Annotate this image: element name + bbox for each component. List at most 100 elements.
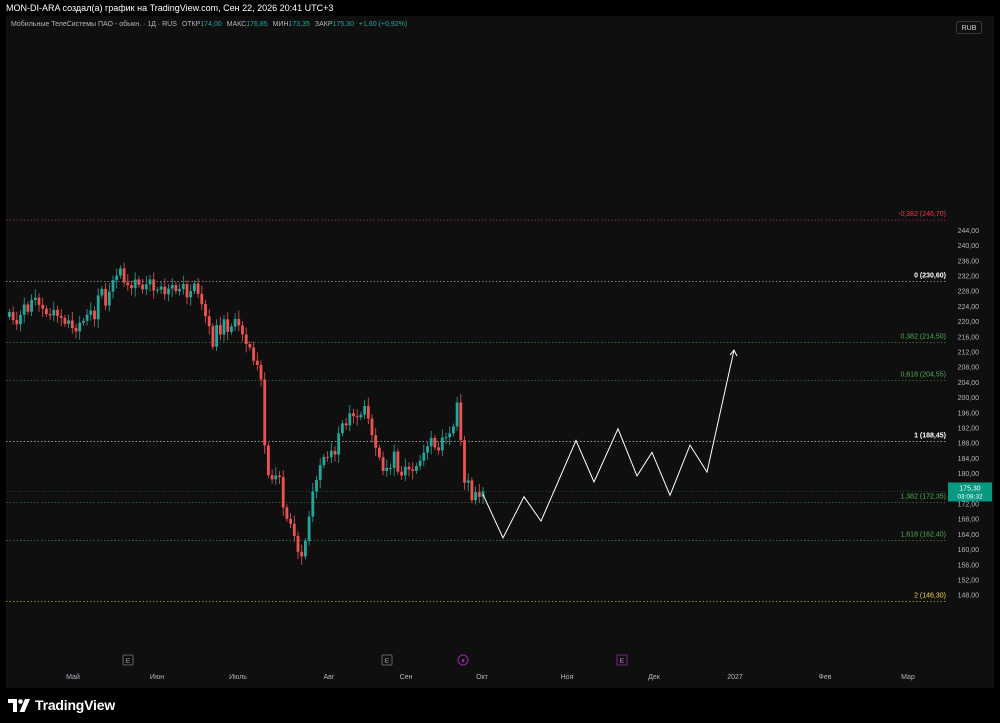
chart-area[interactable]: 148,00 152,00 156,00 160,00 164,00 168,00 172,…	[6, 16, 994, 688]
candle[interactable]	[415, 466, 418, 471]
candle[interactable]	[19, 314, 22, 325]
candle[interactable]	[300, 551, 304, 557]
candle[interactable]	[33, 297, 37, 300]
candle[interactable]	[374, 435, 378, 448]
candle[interactable]	[119, 268, 122, 276]
candle[interactable]	[326, 456, 329, 458]
candle[interactable]	[189, 291, 193, 298]
candle[interactable]	[111, 280, 115, 292]
candle[interactable]	[59, 315, 63, 318]
candle[interactable]	[141, 284, 144, 290]
candle[interactable]	[185, 283, 189, 298]
candle[interactable]	[85, 314, 89, 321]
candlestick-chart[interactable]: 148,00 152,00 156,00 160,00 164,00 168,00 172,…	[6, 16, 994, 688]
candle[interactable]	[440, 437, 444, 451]
projection-path[interactable]	[482, 349, 735, 539]
candle[interactable]	[403, 466, 407, 476]
candle[interactable]	[196, 283, 200, 294]
candle[interactable]	[122, 268, 126, 283]
candle[interactable]	[289, 518, 292, 524]
currency-button[interactable]: RUB	[956, 21, 982, 34]
candle[interactable]	[366, 405, 370, 419]
candle[interactable]	[396, 451, 400, 472]
candle[interactable]	[255, 360, 259, 365]
candle[interactable]	[233, 318, 237, 327]
candle[interactable]	[407, 466, 411, 470]
candle[interactable]	[8, 312, 11, 317]
candle[interactable]	[278, 475, 281, 478]
tradingview-logo[interactable]: TradingView	[8, 697, 115, 713]
candle[interactable]	[144, 284, 148, 290]
candle[interactable]	[107, 291, 111, 306]
candle[interactable]	[370, 418, 374, 436]
candle[interactable]	[70, 320, 74, 329]
candle[interactable]	[52, 309, 56, 316]
candle[interactable]	[181, 283, 185, 289]
candle[interactable]	[200, 293, 204, 305]
candle[interactable]	[344, 423, 348, 426]
symbol-name[interactable]: Мобильные ТелеСистемы ПАО - обыкн. · 1Д …	[11, 21, 177, 28]
candle[interactable]	[429, 437, 433, 447]
candle[interactable]	[477, 492, 481, 497]
candle[interactable]	[304, 540, 307, 557]
candle[interactable]	[115, 275, 119, 281]
candle[interactable]	[466, 480, 470, 483]
candle[interactable]	[237, 318, 241, 326]
candle[interactable]	[89, 310, 93, 315]
candle[interactable]	[126, 282, 130, 286]
candle[interactable]	[422, 452, 426, 461]
candle[interactable]	[15, 320, 19, 325]
candle[interactable]	[30, 299, 33, 312]
candle[interactable]	[156, 289, 159, 291]
candle[interactable]	[341, 423, 344, 434]
candle[interactable]	[78, 322, 82, 332]
candle[interactable]	[82, 320, 85, 323]
candle[interactable]	[48, 314, 52, 316]
candle[interactable]	[93, 310, 96, 320]
candle[interactable]	[470, 480, 474, 501]
candle[interactable]	[263, 379, 267, 446]
candle[interactable]	[167, 288, 170, 295]
candle[interactable]	[363, 405, 366, 415]
candle[interactable]	[381, 457, 385, 471]
candle[interactable]	[130, 285, 133, 289]
candle[interactable]	[207, 316, 211, 327]
candle[interactable]	[333, 450, 337, 455]
candle[interactable]	[56, 309, 59, 316]
candle[interactable]	[355, 416, 359, 418]
candle[interactable]	[418, 460, 422, 466]
candle[interactable]	[267, 445, 270, 476]
candle[interactable]	[170, 285, 174, 289]
candle[interactable]	[292, 523, 296, 536]
candle[interactable]	[392, 451, 396, 468]
candle[interactable]	[359, 414, 363, 418]
candle[interactable]	[67, 320, 70, 324]
candle[interactable]	[252, 347, 255, 361]
candle[interactable]	[41, 304, 45, 309]
candle[interactable]	[63, 317, 67, 324]
candle[interactable]	[307, 516, 311, 541]
candle[interactable]	[270, 475, 274, 480]
candle[interactable]	[259, 364, 263, 380]
candle[interactable]	[96, 295, 100, 320]
candle[interactable]	[400, 471, 403, 476]
candle[interactable]	[411, 469, 415, 471]
candle[interactable]	[296, 535, 300, 552]
candle[interactable]	[329, 450, 333, 458]
candle[interactable]	[285, 507, 289, 519]
candle[interactable]	[45, 308, 48, 314]
candle[interactable]	[241, 325, 244, 335]
candle[interactable]	[311, 491, 315, 517]
candle[interactable]	[281, 477, 285, 508]
candle[interactable]	[426, 446, 429, 453]
candle[interactable]	[204, 304, 207, 317]
candle[interactable]	[318, 465, 322, 481]
candle[interactable]	[178, 288, 181, 292]
candle[interactable]	[352, 413, 355, 417]
candle[interactable]	[100, 288, 104, 296]
candle[interactable]	[455, 402, 459, 427]
candle[interactable]	[74, 328, 78, 332]
candle[interactable]	[226, 319, 230, 332]
candle[interactable]	[337, 433, 341, 455]
candle[interactable]	[348, 413, 352, 426]
